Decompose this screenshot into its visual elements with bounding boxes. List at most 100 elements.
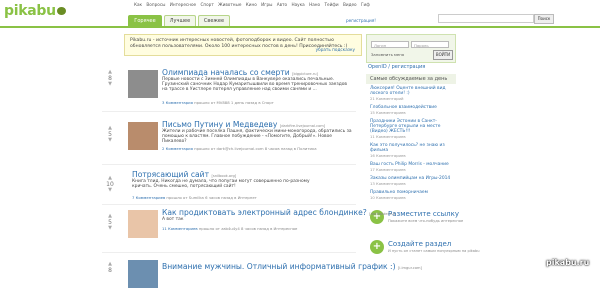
vote-down-icon[interactable]: ▼ xyxy=(102,138,118,143)
plus-icon: + xyxy=(370,240,384,254)
logo-icon xyxy=(56,7,66,15)
post-source: [bigpicture.ru] xyxy=(292,72,318,76)
vote-block: ▲ 5 ▼ xyxy=(102,214,118,231)
watermark: pikabu.ru xyxy=(546,258,590,267)
discussed-item[interactable]: Правильно поморничаем xyxy=(366,188,456,195)
post-source: [darkfolder.ru] xyxy=(369,212,396,216)
header-divider xyxy=(0,26,600,28)
openid-links: OpenID / регистрация xyxy=(368,64,426,70)
nav-item[interactable]: Спорт xyxy=(200,2,213,7)
discussed-count: 21 Комментарий xyxy=(370,96,404,101)
nav-item[interactable]: Наука xyxy=(291,2,304,7)
post-body: Жители и рабочие поселка Пашня, фактичес… xyxy=(162,129,352,145)
post-link-title[interactable]: Разместите ссылку xyxy=(388,210,459,218)
post-item: ▲ 5 ▼ Как продиктовать электронный адрес… xyxy=(102,208,395,248)
info-box: Pikabu.ru - источник интересных новостей… xyxy=(124,34,362,56)
nav-item[interactable]: Авто xyxy=(277,2,287,7)
nav-item[interactable]: Вопросы xyxy=(146,2,165,7)
discussed-count: 11 Комментариев xyxy=(370,134,406,139)
discussed-item[interactable]: Ваш гость Philip Morris - молчание xyxy=(366,160,456,167)
post-item: ▲ 5 ▼ Письмо Путину и Медведеву [darkfir… xyxy=(102,120,358,160)
post-body: Первые новости с Зимней Олимпиады в Ванк… xyxy=(162,77,348,93)
password-field[interactable]: Пароль xyxy=(411,41,449,48)
login-button[interactable]: ВОЙТИ xyxy=(433,50,453,60)
comments-link[interactable]: 2 Комментария xyxy=(162,146,193,151)
nav-item[interactable]: Видео xyxy=(343,2,357,7)
create-section-sub: И пусть он станет самым популярным на pi… xyxy=(388,249,480,253)
post-meta: 2 Комментария прошло от dark@ch.livejour… xyxy=(162,146,317,151)
post-thumbnail[interactable] xyxy=(128,122,158,150)
logo[interactable]: pikabu xyxy=(4,3,66,19)
nav-item[interactable]: Игры xyxy=(261,2,272,7)
post-meta: 11 Комментариев прошло от zab4u4y4 8 час… xyxy=(162,226,298,231)
post-body: Книга тлид. Никогда не думала, что попуг… xyxy=(132,179,310,190)
post-thumbnail[interactable] xyxy=(128,210,158,238)
nav-item[interactable]: Животные xyxy=(218,2,241,7)
post-title[interactable]: Письмо Путину и Медведеву [darkfire.live… xyxy=(162,120,325,129)
post-item: ▲ 8 Внимание мужчины. Отличный информати… xyxy=(102,258,422,288)
top-bar: pikabu Как Вопросы Интересное Спорт Живо… xyxy=(0,0,600,28)
discussed-panel: Самые обсуждаемые за день Люксерия! Оцен… xyxy=(366,74,456,202)
login-panel: Логин Пароль Запомнить меня ВОЙТИ xyxy=(366,34,456,63)
divider xyxy=(102,252,356,253)
comments-link[interactable]: 7 Комментариев xyxy=(132,195,165,200)
post-thumbnail[interactable] xyxy=(128,70,158,98)
post-thumbnail[interactable] xyxy=(128,260,158,288)
post-body: А вот так xyxy=(162,217,184,222)
tab-best[interactable]: Лучшее xyxy=(164,15,196,26)
discussed-title: Самые обсуждаемые за день xyxy=(366,74,456,84)
post-title[interactable]: Как продиктовать электронный адрес блонд… xyxy=(162,208,395,217)
post-meta: 3 Комментария прошло от MV888 1 день наз… xyxy=(162,100,274,105)
comments-link[interactable]: 3 Комментария xyxy=(162,100,193,105)
search-button[interactable]: Поиск xyxy=(534,14,554,24)
vote-count: 8 xyxy=(108,267,112,274)
post-link-sub: Покажите всем что-нибудь интересное xyxy=(388,219,464,223)
vote-block: ▲ 10 ▼ xyxy=(102,176,118,193)
vote-down-icon[interactable]: ▼ xyxy=(102,82,118,87)
hide-hint-link[interactable]: убрать подсказку xyxy=(316,47,355,53)
discussed-item[interactable]: Как это получилось? не знаю из фильма xyxy=(366,141,456,153)
register-link[interactable]: регистрация! xyxy=(346,18,376,23)
discussed-count: 10 Комментариев xyxy=(370,195,406,200)
post-title[interactable]: Олимпиада началась со смерти [bigpicture… xyxy=(162,68,318,77)
register-link-2[interactable]: регистрация xyxy=(392,64,426,70)
top-nav: Как Вопросы Интересное Спорт Животные Ки… xyxy=(134,2,373,7)
discussed-count: 15 Комментариев xyxy=(370,110,406,115)
post-item: ▲ 8 ▼ Олимпиада началась со смерти [bigp… xyxy=(102,68,358,108)
tab-hot[interactable]: Горячее xyxy=(128,15,162,26)
create-section-button[interactable]: + Создайте раздел И пусть он станет самы… xyxy=(366,238,480,258)
nav-item[interactable]: Кино xyxy=(246,2,257,7)
discussed-item[interactable]: Праздники Эстонии в Санкт-Петербурге отк… xyxy=(366,117,456,134)
discussed-count: 16 Комментариев xyxy=(370,153,406,158)
post-source: [snilbook.org] xyxy=(211,174,237,178)
nav-item[interactable]: Как xyxy=(134,2,142,7)
nav-item[interactable]: Тейфи xyxy=(324,2,338,7)
post-meta: 7 Комментариев прошло от Sumilka 6 часов… xyxy=(132,195,257,200)
discussed-count: 17 Комментариев xyxy=(370,167,406,172)
post-item: ▲ 10 ▼ Потрясающий сайт [snilbook.org] К… xyxy=(102,170,358,202)
divider xyxy=(102,204,356,205)
discussed-item[interactable]: Люксерия! Оценте внешний вид лоского оте… xyxy=(366,84,456,96)
vote-block: ▲ 5 ▼ xyxy=(102,126,118,143)
openid-link[interactable]: OpenID xyxy=(368,64,387,70)
nav-item[interactable]: Нано xyxy=(309,2,320,7)
tab-fresh[interactable]: Свежее xyxy=(198,15,230,26)
post-title[interactable]: Внимание мужчины. Отличный информативный… xyxy=(162,262,422,271)
login-field[interactable]: Логин xyxy=(371,41,409,48)
discussed-item[interactable]: Глобальное взаимодействие xyxy=(366,103,456,110)
nav-item[interactable]: Интересное xyxy=(170,2,196,7)
discussed-item[interactable]: Заказы олимпийцам на Игры-2014 xyxy=(366,174,456,181)
comments-link[interactable]: 11 Комментариев xyxy=(162,226,198,231)
discussed-count: 13 Комментариев xyxy=(370,181,406,186)
search-input[interactable] xyxy=(438,14,534,23)
nav-item[interactable]: Гиф xyxy=(361,2,370,7)
create-section-title[interactable]: Создайте раздел xyxy=(388,240,451,248)
vote-block: ▲ 8 ▼ xyxy=(102,70,118,87)
post-source: [i.imgur.com] xyxy=(397,266,422,270)
divider xyxy=(102,164,356,165)
remember-checkbox[interactable]: Запомнить меня xyxy=(371,52,404,57)
divider xyxy=(102,111,356,112)
vote-down-icon[interactable]: ▼ xyxy=(102,226,118,231)
post-title[interactable]: Потрясающий сайт [snilbook.org] xyxy=(132,170,236,179)
vote-down-icon[interactable]: ▼ xyxy=(102,188,118,193)
